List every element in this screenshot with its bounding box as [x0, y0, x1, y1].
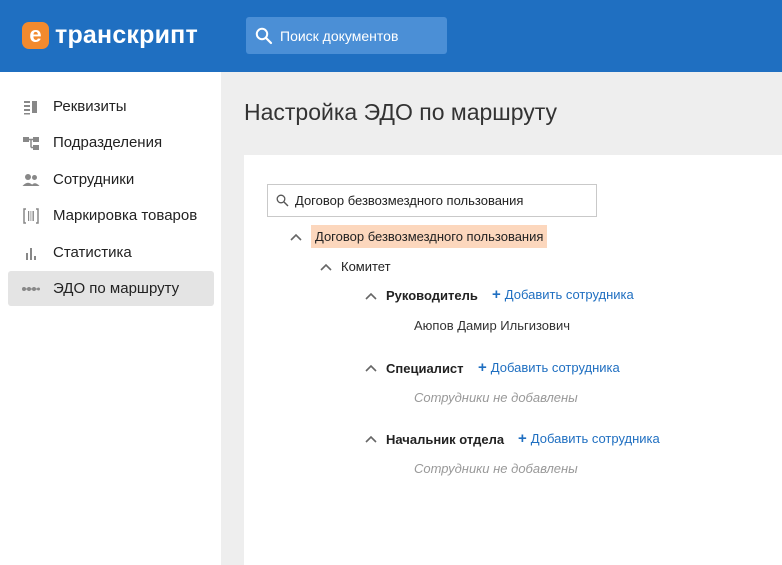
- bar-chart-icon: [26, 248, 36, 260]
- search-documents-button[interactable]: Поиск документов: [246, 17, 447, 54]
- sidebar-item-label: Статистика: [53, 244, 132, 261]
- tree-role: Начальник отдела: [386, 432, 505, 447]
- tree-root-document[interactable]: Договор безвозмездного пользования: [311, 225, 548, 248]
- logo-text: транскрипт: [55, 20, 198, 49]
- top-bar: е транскрипт Поиск документов: [0, 0, 782, 72]
- chevron-up-icon[interactable]: [365, 364, 377, 372]
- add-employee-button[interactable]: + Добавить сотрудника: [518, 430, 660, 447]
- sidebar-item-label: Подразделения: [53, 134, 163, 151]
- document-filter-input[interactable]: Договор безвозмездного пользования: [267, 184, 597, 217]
- sidebar-item-edo-route[interactable]: ЭДО по маршруту: [8, 271, 214, 306]
- sidebar-item-requisites[interactable]: Реквизиты: [8, 89, 214, 124]
- sidebar-item-statistics[interactable]: Статистика: [8, 235, 214, 270]
- sidebar-item-employees[interactable]: Сотрудники: [8, 162, 214, 197]
- plus-icon: +: [492, 286, 501, 303]
- employee-name: Аюпов Дамир Ильгизович: [414, 318, 570, 333]
- people-icon: [22, 174, 40, 186]
- search-icon: [276, 194, 289, 207]
- sidebar-item-label: ЭДО по маршруту: [53, 280, 180, 297]
- tree-department[interactable]: Комитет: [341, 259, 391, 274]
- plus-icon: +: [518, 430, 527, 447]
- add-employee-label: Добавить сотрудника: [504, 287, 634, 302]
- add-employee-button[interactable]: + Добавить сотрудника: [492, 286, 634, 303]
- route-icon: [22, 287, 40, 291]
- sidebar-item-departments[interactable]: Подразделения: [8, 125, 214, 160]
- logo[interactable]: е транскрипт: [22, 20, 198, 50]
- search-icon: [255, 27, 273, 44]
- filter-value: Договор безвозмездного пользования: [295, 193, 524, 208]
- add-employee-label: Добавить сотрудника: [530, 431, 660, 446]
- route-panel: Договор безвозмездного пользования Догов…: [244, 155, 782, 565]
- logo-badge: е: [22, 21, 49, 49]
- main-content: Настройка ЭДО по маршруту Договор безвоз…: [221, 72, 782, 565]
- sidebar-item-label: Реквизиты: [53, 98, 127, 115]
- sidebar-item-label: Сотрудники: [53, 171, 135, 188]
- plus-icon: +: [478, 359, 487, 376]
- empty-employees-text: Сотрудники не добавлены: [414, 390, 578, 405]
- add-employee-button[interactable]: + Добавить сотрудника: [478, 359, 620, 376]
- sidebar-item-labeling[interactable]: Маркировка товаров: [8, 198, 214, 233]
- chevron-up-icon[interactable]: [290, 233, 302, 241]
- chevron-up-icon[interactable]: [365, 292, 377, 300]
- requisites-icon: [24, 101, 37, 115]
- chevron-up-icon[interactable]: [365, 435, 377, 443]
- tree-role: Руководитель: [386, 288, 478, 303]
- empty-employees-text: Сотрудники не добавлены: [414, 461, 578, 476]
- chevron-up-icon[interactable]: [320, 263, 332, 271]
- barcode-icon: [23, 208, 39, 224]
- tree-role: Специалист: [386, 361, 464, 376]
- page-title: Настройка ЭДО по маршруту: [244, 99, 558, 125]
- add-employee-label: Добавить сотрудника: [490, 360, 620, 375]
- org-structure-icon: [23, 137, 39, 150]
- sidebar-item-label: Маркировка товаров: [53, 207, 198, 224]
- search-label: Поиск документов: [280, 27, 399, 44]
- sidebar: Реквизиты Подразделения Сотрудники Марки…: [0, 72, 221, 565]
